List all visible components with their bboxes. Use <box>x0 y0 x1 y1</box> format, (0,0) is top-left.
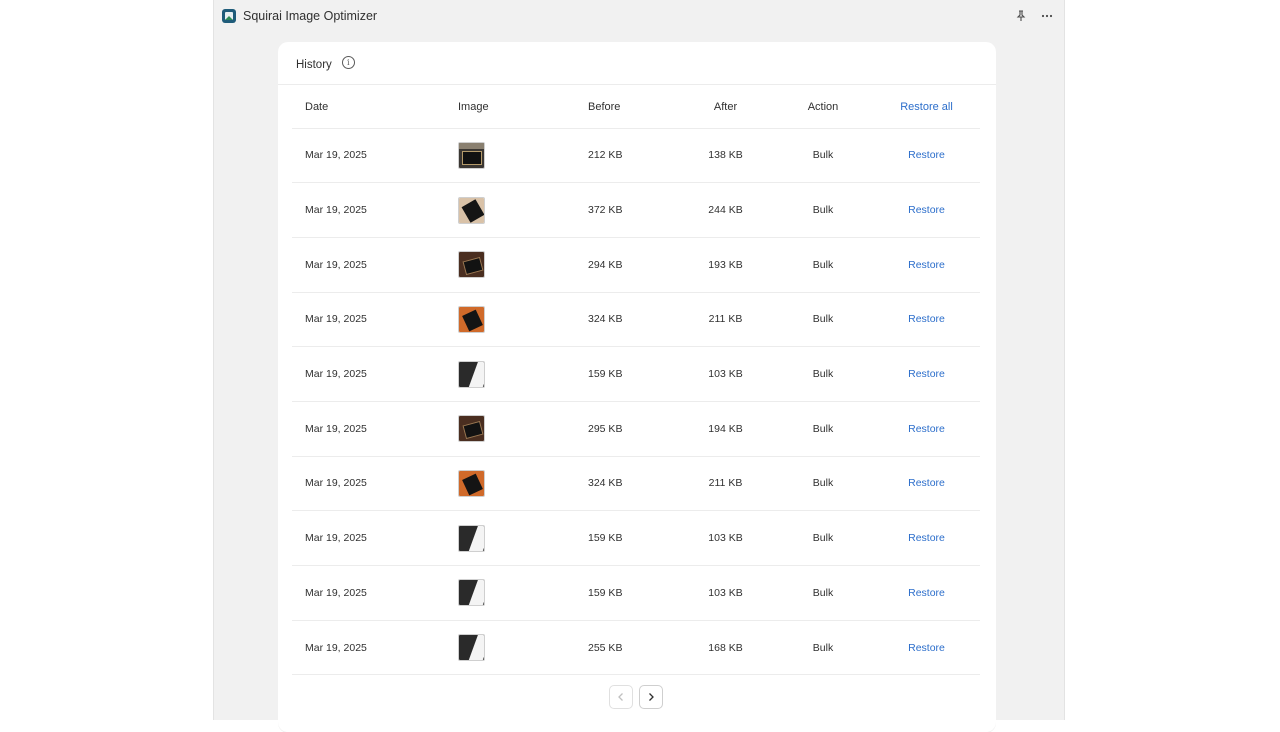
row-after-size: 168 KB <box>678 620 773 676</box>
restore-link[interactable]: Restore <box>908 149 945 161</box>
row-after-size: 193 KB <box>678 237 773 293</box>
pagination <box>609 685 663 709</box>
row-action: Bulk <box>773 620 873 676</box>
restore-link[interactable]: Restore <box>908 642 945 654</box>
row-after-size: 103 KB <box>678 346 773 402</box>
row-before-size: 295 KB <box>568 401 678 457</box>
header-date: Date <box>292 86 458 129</box>
app-titlebar: Squirai Image Optimizer <box>214 0 1066 32</box>
table-row: Mar 19, 2025 159 KB 103 KB Bulk Restore <box>292 510 980 566</box>
row-after-size: 103 KB <box>678 510 773 566</box>
app-frame: Squirai Image Optimizer History i Date I… <box>213 0 1066 732</box>
row-after-size: 244 KB <box>678 182 773 238</box>
row-action: Bulk <box>773 456 873 512</box>
restore-link[interactable]: Restore <box>908 204 945 216</box>
app-title: Squirai Image Optimizer <box>243 9 378 23</box>
row-before-size: 159 KB <box>568 510 678 566</box>
restore-link[interactable]: Restore <box>908 532 945 544</box>
row-before-size: 255 KB <box>568 620 678 676</box>
row-before-size: 212 KB <box>568 128 678 184</box>
image-thumbnail[interactable] <box>458 469 485 497</box>
table-row: Mar 19, 2025 294 KB 193 KB Bulk Restore <box>292 237 980 293</box>
row-date: Mar 19, 2025 <box>292 401 458 457</box>
restore-all-link[interactable]: Restore all <box>900 101 953 113</box>
next-page-button[interactable] <box>639 685 663 709</box>
restore-link[interactable]: Restore <box>908 587 945 599</box>
row-date: Mar 19, 2025 <box>292 510 458 566</box>
table-row: Mar 19, 2025 324 KB 211 KB Bulk Restore <box>292 456 980 512</box>
table-row: Mar 19, 2025 159 KB 103 KB Bulk Restore <box>292 565 980 621</box>
row-after-size: 194 KB <box>678 401 773 457</box>
row-action: Bulk <box>773 128 873 184</box>
table-row: Mar 19, 2025 255 KB 168 KB Bulk Restore <box>292 620 980 676</box>
row-action: Bulk <box>773 510 873 566</box>
row-date: Mar 19, 2025 <box>292 456 458 512</box>
row-date: Mar 19, 2025 <box>292 346 458 402</box>
row-before-size: 372 KB <box>568 182 678 238</box>
row-date: Mar 19, 2025 <box>292 292 458 348</box>
restore-link[interactable]: Restore <box>908 313 945 325</box>
row-after-size: 211 KB <box>678 292 773 348</box>
row-after-size: 138 KB <box>678 128 773 184</box>
row-date: Mar 19, 2025 <box>292 565 458 621</box>
image-thumbnail[interactable] <box>458 251 485 279</box>
chevron-right-icon <box>649 693 654 701</box>
header-action: Action <box>773 86 873 129</box>
header-after: After <box>678 86 773 129</box>
restore-link[interactable]: Restore <box>908 423 945 435</box>
table-header-row: Date Image Before After Action Restore a… <box>292 86 980 129</box>
image-thumbnail[interactable] <box>458 141 485 169</box>
restore-link[interactable]: Restore <box>908 477 945 489</box>
pin-icon <box>1016 10 1026 21</box>
row-before-size: 324 KB <box>568 456 678 512</box>
table-row: Mar 19, 2025 295 KB 194 KB Bulk Restore <box>292 401 980 457</box>
image-thumbnail[interactable] <box>458 634 485 662</box>
image-thumbnail[interactable] <box>458 196 485 224</box>
row-action: Bulk <box>773 292 873 348</box>
row-action: Bulk <box>773 401 873 457</box>
table-row: Mar 19, 2025 372 KB 244 KB Bulk Restore <box>292 182 980 238</box>
history-card: History i Date Image Before After Action… <box>278 42 996 732</box>
image-thumbnail[interactable] <box>458 305 485 333</box>
header-image: Image <box>458 86 568 129</box>
row-date: Mar 19, 2025 <box>292 128 458 184</box>
table-row: Mar 19, 2025 324 KB 211 KB Bulk Restore <box>292 292 980 348</box>
row-before-size: 159 KB <box>568 565 678 621</box>
more-options-button[interactable] <box>1040 9 1054 23</box>
image-thumbnail[interactable] <box>458 524 485 552</box>
image-thumbnail[interactable] <box>458 579 485 607</box>
image-thumbnail[interactable] <box>458 415 485 443</box>
row-after-size: 103 KB <box>678 565 773 621</box>
row-date: Mar 19, 2025 <box>292 237 458 293</box>
restore-link[interactable]: Restore <box>908 368 945 380</box>
info-icon[interactable]: i <box>341 55 355 69</box>
app-logo-icon <box>222 9 236 23</box>
row-before-size: 294 KB <box>568 237 678 293</box>
header-before: Before <box>568 86 678 129</box>
row-before-size: 159 KB <box>568 346 678 402</box>
row-after-size: 211 KB <box>678 456 773 512</box>
prev-page-button[interactable] <box>609 685 633 709</box>
row-before-size: 324 KB <box>568 292 678 348</box>
row-action: Bulk <box>773 565 873 621</box>
row-action: Bulk <box>773 182 873 238</box>
row-date: Mar 19, 2025 <box>292 182 458 238</box>
card-header: History i <box>278 42 996 85</box>
pin-button[interactable] <box>1014 9 1028 23</box>
row-action: Bulk <box>773 346 873 402</box>
table-row: Mar 19, 2025 159 KB 103 KB Bulk Restore <box>292 346 980 402</box>
table-row: Mar 19, 2025 212 KB 138 KB Bulk Restore <box>292 128 980 184</box>
row-action: Bulk <box>773 237 873 293</box>
ellipsis-icon <box>1041 14 1053 18</box>
image-thumbnail[interactable] <box>458 360 485 388</box>
history-table: Date Image Before After Action Restore a… <box>292 86 980 676</box>
row-date: Mar 19, 2025 <box>292 620 458 676</box>
restore-link[interactable]: Restore <box>908 259 945 271</box>
card-title: History <box>296 58 332 71</box>
chevron-left-icon <box>618 693 623 701</box>
